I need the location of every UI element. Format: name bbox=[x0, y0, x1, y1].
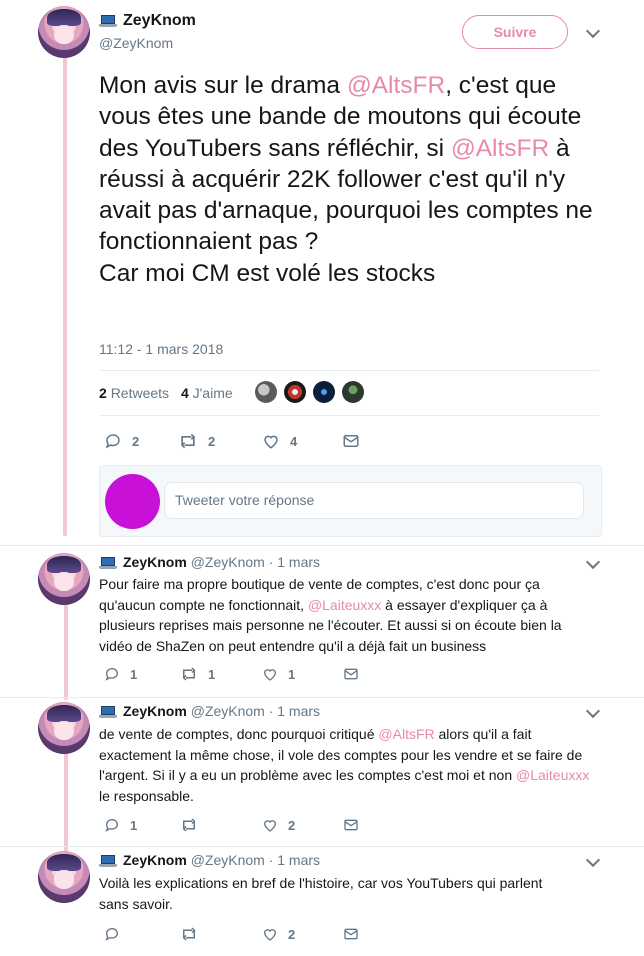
chevron-down-icon[interactable] bbox=[585, 23, 601, 39]
text-segment: Voilà les explications en bref de l'hist… bbox=[99, 875, 543, 912]
text-segment: de vente de comptes, donc pourquoi criti… bbox=[99, 726, 379, 742]
retweet-icon bbox=[182, 667, 196, 681]
author-name[interactable]: ZeyKnom bbox=[123, 12, 196, 29]
thread-line bbox=[64, 752, 68, 852]
mention-link[interactable]: @AltsFR bbox=[347, 72, 445, 99]
divider bbox=[0, 545, 644, 546]
envelope-icon bbox=[344, 819, 358, 831]
liker-avatar[interactable] bbox=[313, 381, 335, 403]
text-segment: Mon avis sur le drama bbox=[99, 72, 347, 99]
dm-action[interactable] bbox=[343, 817, 359, 833]
liker-avatar[interactable] bbox=[284, 381, 306, 403]
reply-date[interactable]: · 1 mars bbox=[269, 554, 320, 570]
envelope-icon bbox=[344, 668, 358, 680]
retweet-action[interactable]: 1 bbox=[180, 666, 215, 682]
reply-action[interactable] bbox=[104, 926, 130, 942]
divider bbox=[99, 415, 599, 416]
liker-avatar[interactable] bbox=[342, 381, 364, 403]
reply-name[interactable]: ZeyKnom bbox=[123, 703, 187, 719]
retweet-action[interactable] bbox=[180, 926, 208, 942]
mention-link[interactable]: @Laiteuxxx bbox=[516, 767, 589, 783]
retweets-stat[interactable]: 2 Retweets bbox=[99, 385, 169, 401]
reply-name[interactable]: ZeyKnom bbox=[123, 554, 187, 570]
mention-link[interactable]: @Laiteuxxx bbox=[308, 597, 381, 613]
likes-stat[interactable]: 4 J'aime bbox=[181, 385, 233, 401]
retweet-icon bbox=[180, 433, 196, 449]
retweet-action[interactable] bbox=[180, 817, 208, 833]
reply-avatar[interactable] bbox=[38, 851, 90, 903]
like-action[interactable]: 4 bbox=[262, 432, 297, 450]
reply-header: ZeyKnom @ZeyKnom · 1 mars bbox=[99, 703, 320, 719]
composer-avatar bbox=[105, 474, 160, 529]
chevron-down-icon[interactable] bbox=[585, 852, 601, 868]
author-handle[interactable]: @ZeyKnom bbox=[99, 35, 173, 51]
reply-composer: Tweeter votre réponse bbox=[99, 465, 602, 537]
laptop-icon bbox=[99, 14, 117, 27]
reply-text: de vente de comptes, donc pourquoi criti… bbox=[99, 724, 599, 806]
mention-link[interactable]: @AltsFR bbox=[451, 135, 549, 162]
like-action[interactable]: 2 bbox=[262, 926, 295, 942]
dm-action[interactable] bbox=[342, 432, 360, 450]
reply-handle[interactable]: @ZeyKnom bbox=[191, 852, 265, 868]
follow-button[interactable]: Suivre bbox=[462, 15, 568, 49]
reply-avatar[interactable] bbox=[38, 553, 90, 605]
retweet-icon bbox=[182, 927, 196, 941]
thread-line bbox=[63, 56, 67, 536]
divider bbox=[0, 846, 644, 847]
heart-icon bbox=[263, 669, 277, 681]
reply-name[interactable]: ZeyKnom bbox=[123, 852, 187, 868]
envelope-icon bbox=[343, 435, 359, 447]
dm-action[interactable] bbox=[343, 926, 359, 942]
reply-header: ZeyKnom @ZeyKnom · 1 mars bbox=[99, 852, 320, 868]
reply-header: ZeyKnom @ZeyKnom · 1 mars bbox=[99, 554, 320, 570]
reply-date[interactable]: · 1 mars bbox=[269, 703, 320, 719]
chevron-down-icon[interactable] bbox=[585, 703, 601, 719]
liker-avatar[interactable] bbox=[255, 381, 277, 403]
retweet-icon bbox=[182, 818, 196, 832]
reply-icon bbox=[105, 928, 118, 941]
reply-action[interactable]: 1 bbox=[104, 666, 137, 682]
dm-action[interactable] bbox=[343, 666, 359, 682]
divider bbox=[0, 697, 644, 698]
reply-avatar[interactable] bbox=[38, 702, 90, 754]
laptop-icon bbox=[99, 557, 117, 570]
reply-handle[interactable]: @ZeyKnom bbox=[191, 554, 265, 570]
likers-avatars bbox=[255, 381, 364, 403]
reply-text: Pour faire ma propre boutique de vente d… bbox=[99, 574, 589, 656]
heart-icon bbox=[263, 820, 277, 832]
stats-row: 2 Retweets 4 J'aime bbox=[99, 385, 233, 401]
retweet-action[interactable]: 2 bbox=[178, 432, 215, 450]
text-segment: le responsable. bbox=[99, 787, 194, 804]
tweet-text: Mon avis sur le drama @AltsFR, c'est que… bbox=[99, 70, 599, 289]
reply-input[interactable]: Tweeter votre réponse bbox=[164, 482, 584, 519]
reply-icon bbox=[105, 819, 118, 832]
envelope-icon bbox=[344, 928, 358, 940]
mention-link[interactable]: @AltsFR bbox=[378, 726, 434, 742]
reply-icon bbox=[105, 434, 120, 449]
tweet-timestamp[interactable]: 11:12 - 1 mars 2018 bbox=[99, 341, 223, 357]
reply-text: Voilà les explications en bref de l'hist… bbox=[99, 873, 549, 914]
thread-line bbox=[64, 600, 68, 700]
laptop-icon bbox=[99, 706, 117, 719]
heart-icon bbox=[263, 929, 277, 941]
laptop-icon bbox=[99, 855, 117, 868]
reply-handle[interactable]: @ZeyKnom bbox=[191, 703, 265, 719]
reply-action[interactable]: 2 bbox=[104, 432, 139, 450]
like-action[interactable]: 2 bbox=[262, 817, 295, 833]
chevron-down-icon[interactable] bbox=[585, 554, 601, 570]
reply-date[interactable]: · 1 mars bbox=[269, 852, 320, 868]
reply-icon bbox=[105, 668, 118, 681]
divider bbox=[99, 370, 599, 371]
author-avatar[interactable] bbox=[38, 6, 90, 58]
reply-action[interactable]: 1 bbox=[104, 817, 137, 833]
like-action[interactable]: 1 bbox=[262, 666, 295, 682]
heart-icon bbox=[264, 435, 278, 449]
author-name-row[interactable]: ZeyKnom bbox=[99, 12, 196, 30]
